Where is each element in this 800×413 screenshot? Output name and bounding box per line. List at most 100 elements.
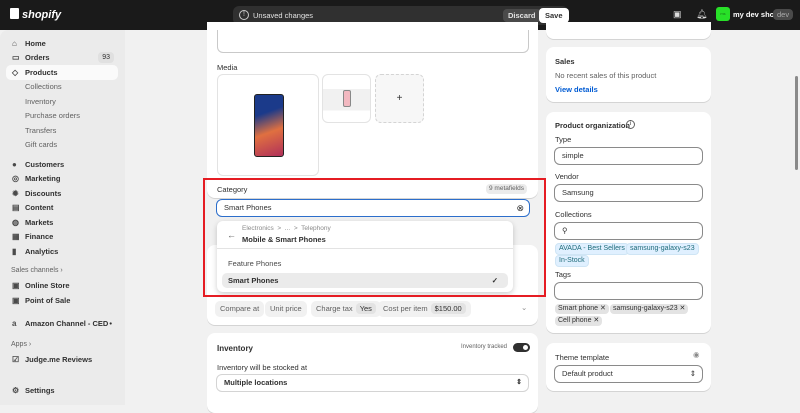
- sidebar-item-customers[interactable]: ● Customers: [6, 157, 118, 172]
- tag-icon: ◇: [12, 68, 19, 77]
- label: Charge tax: [316, 304, 353, 313]
- pos-icon: ▣: [12, 296, 20, 305]
- compare-at-chip[interactable]: Compare at: [215, 301, 265, 317]
- highlight-box: [203, 178, 546, 297]
- collection-chip[interactable]: In-Stock: [555, 255, 589, 267]
- select-arrows-icon: ⇕: [689, 369, 696, 378]
- sidebar-item-settings[interactable]: ⚙ Settings: [6, 383, 118, 398]
- gear-icon: ⚙: [12, 386, 20, 395]
- charge-tax-chip[interactable]: Charge tax Yes: [311, 301, 381, 317]
- remove-icon[interactable]: ✕: [680, 305, 686, 312]
- label: Products: [25, 68, 58, 77]
- location-select[interactable]: Multiple locations ⇕: [216, 374, 529, 392]
- sidebar-item-products[interactable]: ◇ Products: [6, 65, 118, 80]
- sidebar-item-inventory[interactable]: Inventory: [6, 94, 118, 109]
- bell-icon[interactable]: 🔔︎: [696, 9, 707, 20]
- sidebar-item-collections[interactable]: Collections: [6, 79, 118, 94]
- bank-icon: ▦: [12, 232, 20, 241]
- tag-chip[interactable]: samsung-galaxy-s23 ✕: [610, 304, 689, 314]
- media-main-image[interactable]: [217, 74, 319, 176]
- save-button[interactable]: Save: [539, 8, 569, 23]
- inventory-title: Inventory: [217, 344, 254, 353]
- type-input[interactable]: simple: [554, 147, 703, 165]
- theme-template-card: Theme template ◉ Default product ⇕: [546, 343, 711, 391]
- collection-chip[interactable]: samsung-galaxy-s23: [626, 243, 699, 255]
- sidebar-item-purchase-orders[interactable]: Purchase orders: [6, 108, 118, 123]
- label: Online Store: [25, 281, 70, 290]
- sidebar-item-content[interactable]: ▤ Content: [6, 200, 118, 215]
- eye-icon[interactable]: ◉: [693, 350, 700, 359]
- vendor-input[interactable]: Samsung: [554, 184, 703, 202]
- shop-name[interactable]: my dev shop: [733, 10, 779, 19]
- sidebar-item-orders[interactable]: ▭ Orders 93: [6, 50, 118, 65]
- orders-count: 93: [98, 52, 114, 63]
- sidebar-item-amazon[interactable]: a Amazon Channel - CED •: [6, 316, 118, 331]
- sidebar-item-point-of-sale[interactable]: ▣ Point of Sale: [6, 293, 118, 308]
- label: Finance: [25, 232, 54, 241]
- sidebar-item-home[interactable]: ⌂ Home: [6, 36, 118, 51]
- discard-button[interactable]: Discard: [503, 9, 541, 22]
- label: Smart phone: [558, 305, 599, 312]
- inbox-icon: ▭: [12, 53, 20, 62]
- sidebar-item-transfers[interactable]: Transfers: [6, 123, 118, 138]
- collection-chip[interactable]: AVADA - Best Sellers: [555, 243, 629, 255]
- media-thumbnail[interactable]: [322, 74, 371, 123]
- label: Cell phone: [558, 317, 592, 324]
- judgeme-icon: ☑: [12, 355, 20, 364]
- vendor-label: Vendor: [555, 172, 579, 181]
- sales-card: Sales No recent sales of this product Vi…: [546, 47, 711, 102]
- chart-icon: ▮: [12, 247, 17, 256]
- theme-template-select[interactable]: Default product ⇕: [554, 365, 703, 383]
- inventory-card: Inventory Inventory tracked Inventory wi…: [207, 333, 538, 413]
- label: Markets: [25, 218, 54, 227]
- theme-template-label: Theme template: [555, 353, 610, 362]
- scrollbar-thumb[interactable]: [795, 76, 798, 170]
- label: Judge.me Reviews: [25, 355, 93, 364]
- tags-input[interactable]: [554, 282, 703, 300]
- tag-chip[interactable]: Smart phone ✕: [555, 304, 609, 314]
- product-details-card: Media + Category 9 metafields: [207, 22, 538, 198]
- sales-title: Sales: [555, 57, 575, 66]
- sidebar-item-gift-cards[interactable]: Gift cards: [6, 137, 118, 152]
- sidebar-item-marketing[interactable]: ◎ Marketing: [6, 171, 118, 186]
- product-organization-card: Product organization i Type simple Vendo…: [546, 112, 711, 333]
- remove-icon[interactable]: ✕: [600, 305, 606, 312]
- remove-icon[interactable]: ✕: [593, 317, 599, 324]
- sales-channels-heading[interactable]: Sales channels ›: [11, 267, 63, 274]
- store-icon[interactable]: ▣: [673, 9, 682, 20]
- shopify-logo[interactable]: shopify: [10, 8, 61, 21]
- tag-chip[interactable]: Cell phone ✕: [555, 316, 603, 326]
- avatar[interactable]: ms: [716, 7, 730, 21]
- chevron-down-icon[interactable]: ⌄: [521, 303, 527, 312]
- unit-price-chip[interactable]: Unit price: [265, 301, 307, 317]
- collections-search[interactable]: ⚲: [554, 222, 703, 240]
- sidebar-item-discounts[interactable]: ✹ Discounts: [6, 186, 118, 201]
- content-icon: ▤: [12, 203, 20, 212]
- brand-name: shopify: [22, 9, 62, 21]
- org-title: Product organization: [555, 121, 630, 130]
- inventory-tracked-toggle[interactable]: [513, 343, 530, 352]
- label: Discounts: [25, 189, 62, 198]
- sidebar-item-online-store[interactable]: ▣ Online Store: [6, 278, 118, 293]
- sidebar-item-finance[interactable]: ▦ Finance: [6, 229, 118, 244]
- value: $150.00: [430, 303, 466, 314]
- globe-icon: ◍: [12, 218, 19, 227]
- label: samsung-galaxy-s23: [613, 305, 678, 312]
- sidebar-item-analytics[interactable]: ▮ Analytics: [6, 244, 118, 259]
- cost-per-item-chip[interactable]: Cost per item $150.00: [378, 301, 471, 317]
- sidebar-item-judgeme[interactable]: ☑ Judge.me Reviews: [6, 352, 118, 367]
- add-media-button[interactable]: +: [375, 74, 424, 123]
- person-icon: ●: [12, 160, 17, 169]
- discount-icon: ✹: [12, 189, 19, 198]
- pin-dot-icon: •: [109, 319, 112, 328]
- description-editor[interactable]: [217, 30, 529, 53]
- apps-heading[interactable]: Apps ›: [11, 341, 31, 348]
- sidebar-item-markets[interactable]: ◍ Markets: [6, 215, 118, 230]
- dev-badge: dev: [773, 9, 794, 20]
- view-details-link[interactable]: View details: [555, 85, 598, 94]
- info-icon[interactable]: i: [626, 120, 635, 129]
- select-arrows-icon: ⇕: [516, 379, 522, 386]
- search-icon: ⚲: [562, 226, 568, 235]
- stocked-at-label: Inventory will be stocked at: [217, 363, 308, 372]
- label: Content: [25, 203, 54, 212]
